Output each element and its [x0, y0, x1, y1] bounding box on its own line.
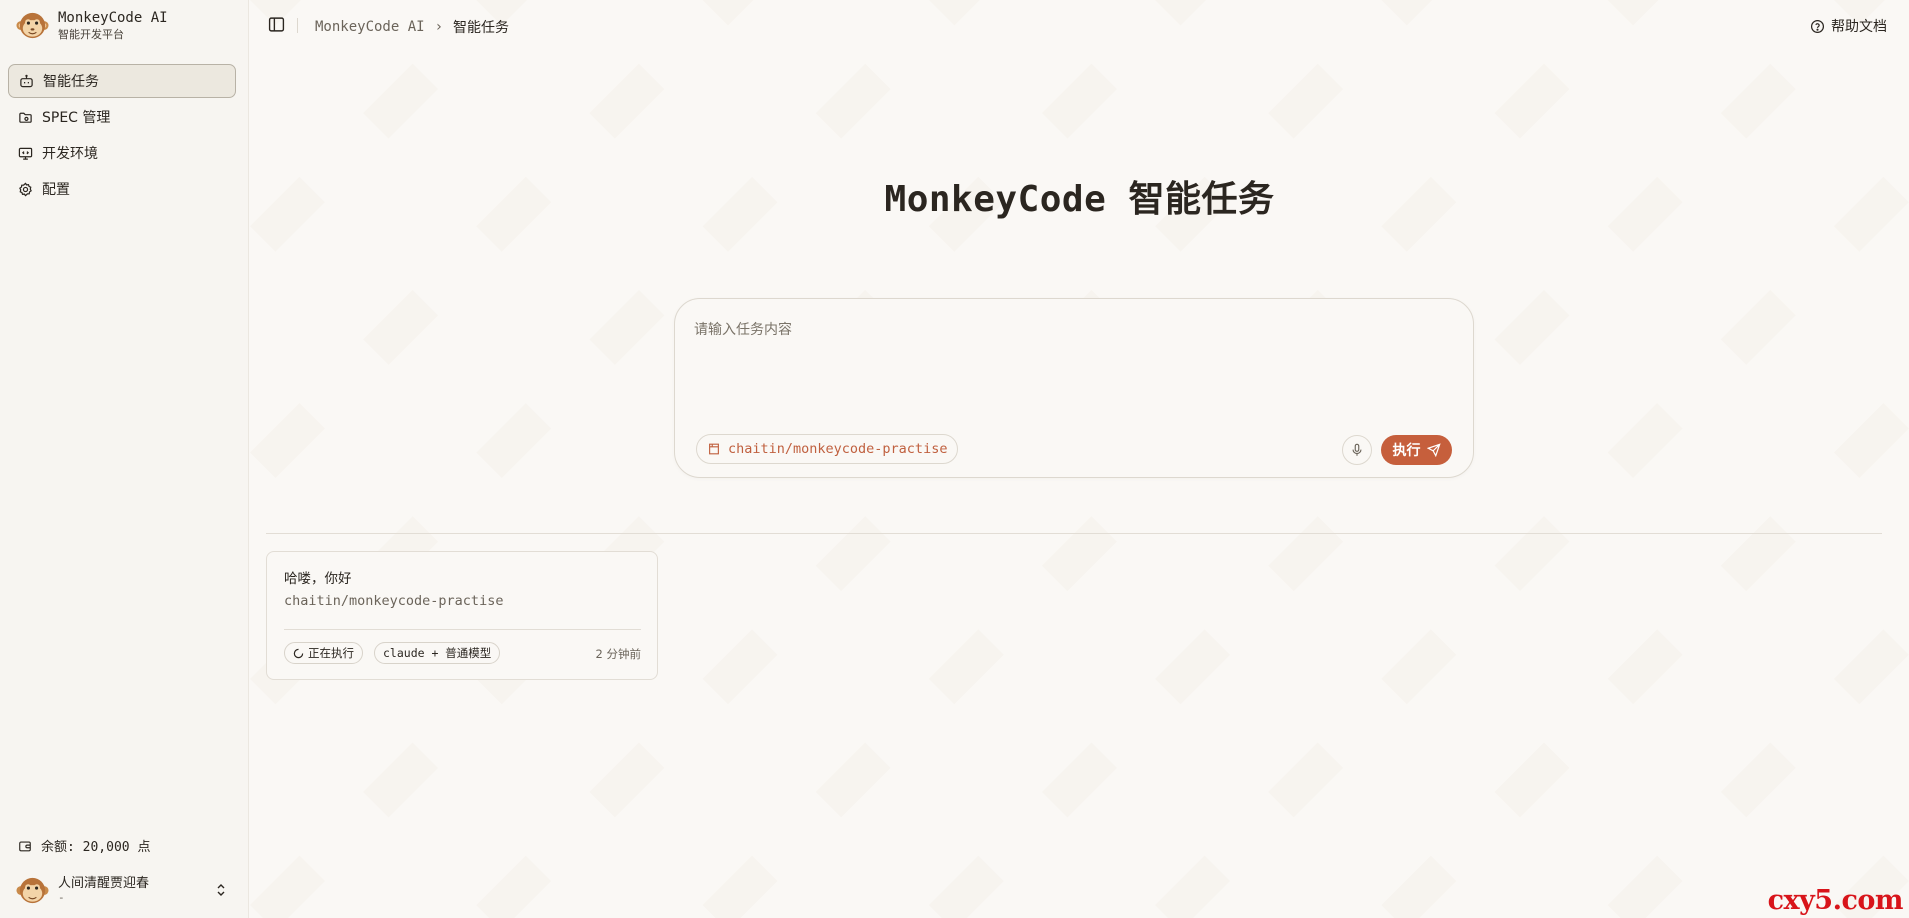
balance: 余额: 20,000 点	[18, 836, 150, 855]
sidebar-item-settings[interactable]: 配置	[8, 172, 236, 206]
user-menu[interactable]: 人间清醒贾迎春 -	[16, 870, 228, 910]
main-content: MonkeyCode AI › 智能任务 帮助文档 MonkeyCode 智能任…	[250, 0, 1909, 918]
topbar-divider	[297, 18, 298, 33]
spinner-icon	[293, 648, 304, 658]
sidebar-item-tasks[interactable]: 智能任务	[8, 64, 236, 98]
help-circle-icon	[1810, 19, 1825, 33]
sidebar-item-label: SPEC 管理	[42, 110, 111, 126]
sidebar-item-label: 开发环境	[42, 146, 98, 162]
voice-input-button[interactable]	[1342, 435, 1372, 465]
microphone-icon	[1352, 443, 1362, 456]
task-input[interactable]	[694, 319, 1454, 419]
model-label: claude + 普通模型	[383, 646, 492, 660]
task-repo: chaitin/monkeycode-practise	[284, 593, 504, 609]
chevron-up-down-icon[interactable]	[214, 882, 228, 898]
wallet-icon	[19, 840, 31, 851]
run-button-label: 执行	[1392, 443, 1421, 459]
brand-name: MonkeyCode AI	[58, 9, 168, 26]
sidebar-item-label: 配置	[42, 182, 70, 198]
topbar: MonkeyCode AI › 智能任务 帮助文档	[250, 0, 1909, 52]
sidebar-toggle-icon[interactable]	[268, 16, 285, 33]
status-badge: 正在执行	[284, 642, 363, 664]
gear-icon	[19, 182, 32, 196]
task-title: 哈喽，你好	[284, 571, 352, 587]
sidebar-item-label: 智能任务	[43, 74, 99, 90]
section-divider	[266, 533, 1882, 534]
brand-subtitle: 智能开发平台	[58, 27, 124, 41]
task-card[interactable]: 哈喽，你好 chaitin/monkeycode-practise 正在执行 c…	[266, 551, 658, 680]
user-name: 人间清醒贾迎春	[58, 876, 150, 891]
repo-selector-label: chaitin/monkeycode-practise	[728, 441, 948, 457]
breadcrumb: MonkeyCode AI › 智能任务	[315, 17, 509, 37]
page-title: MonkeyCode 智能任务	[884, 179, 1275, 220]
task-timestamp: 2 分钟前	[595, 647, 641, 661]
breadcrumb-separator: ›	[434, 19, 444, 35]
repo-selector[interactable]: chaitin/monkeycode-practise	[696, 434, 959, 464]
task-composer: chaitin/monkeycode-practise 执行	[674, 298, 1474, 478]
monitor-icon	[18, 147, 33, 160]
model-badge: claude + 普通模型	[374, 642, 501, 664]
sidebar-item-spec[interactable]: SPEC 管理	[8, 100, 236, 134]
monkey-logo-icon	[16, 12, 49, 39]
task-card-divider	[284, 629, 641, 630]
repo-icon	[709, 443, 719, 455]
balance-text: 余额: 20,000 点	[41, 840, 151, 855]
folder-icon	[19, 112, 32, 123]
breadcrumb-home[interactable]: MonkeyCode AI	[315, 19, 425, 35]
bot-icon	[20, 74, 33, 87]
avatar	[16, 877, 49, 903]
watermark: cxy5.com	[1767, 885, 1904, 916]
help-docs-link[interactable]: 帮助文档	[1810, 16, 1887, 36]
sidebar-nav: 智能任务 SPEC 管理 开发环境 配置	[8, 64, 236, 208]
run-button[interactable]: 执行	[1381, 435, 1452, 465]
breadcrumb-current: 智能任务	[453, 20, 510, 36]
status-label: 正在执行	[308, 646, 354, 660]
send-icon	[1426, 443, 1441, 457]
sidebar: MonkeyCode AI 智能开发平台 智能任务 SPEC 管理 开发环境 配…	[0, 0, 249, 918]
user-subtitle: -	[58, 891, 65, 904]
help-docs-label: 帮助文档	[1831, 19, 1887, 35]
sidebar-item-dev-env[interactable]: 开发环境	[8, 136, 236, 170]
brand[interactable]: MonkeyCode AI 智能开发平台	[16, 9, 168, 42]
